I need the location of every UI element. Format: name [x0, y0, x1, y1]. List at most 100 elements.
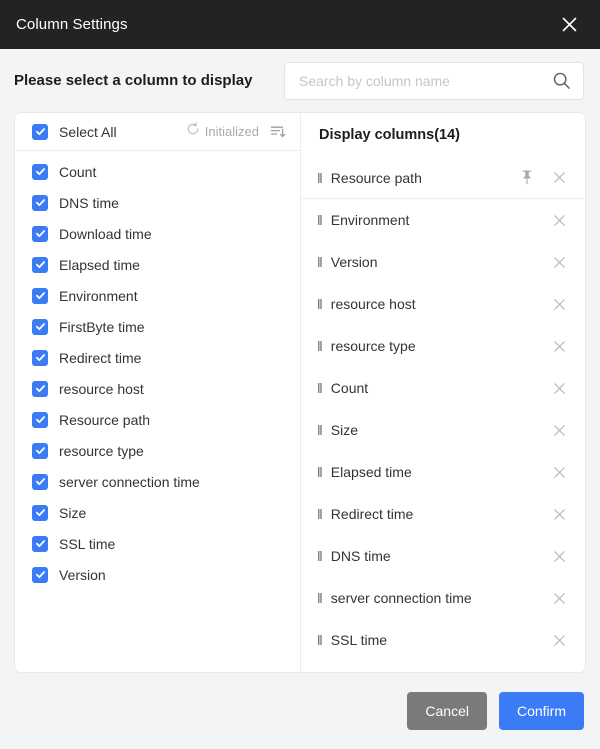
column-checkbox-row[interactable]: FirstByte time — [15, 311, 300, 342]
display-column-label: Environment — [330, 212, 410, 228]
drag-handle-icon[interactable]: ‖ — [317, 591, 323, 605]
display-column-label: SSL time — [330, 632, 388, 648]
search-box[interactable] — [284, 61, 584, 100]
select-all-checkbox[interactable] — [32, 123, 48, 140]
display-column-row[interactable]: ‖ server connection time — [301, 577, 585, 619]
column-checkbox[interactable] — [32, 194, 48, 211]
remove-column-icon[interactable] — [552, 381, 567, 396]
column-checkbox[interactable] — [32, 163, 48, 180]
column-checkbox-label: Elapsed time — [59, 256, 140, 273]
drag-handle-icon[interactable]: ‖ — [317, 507, 323, 521]
sort-descending-icon[interactable] — [268, 122, 288, 142]
display-column-row[interactable]: ‖ Resource path — [301, 157, 585, 199]
column-checkbox-label: Version — [59, 566, 106, 583]
display-columns-panel: Display columns(14) ‖ Resource path ‖ Envir… — [301, 113, 585, 672]
dialog-footer: Cancel Confirm — [0, 673, 600, 749]
display-column-actions — [520, 170, 567, 185]
column-checkbox-row[interactable]: Count — [15, 156, 300, 187]
display-column-row[interactable]: ‖ SSL time — [301, 619, 585, 661]
drag-handle-icon[interactable]: ‖ — [317, 633, 323, 647]
column-checkbox-row[interactable]: resource type — [15, 435, 300, 466]
display-column-row[interactable]: ‖ Size — [301, 409, 585, 451]
display-column-actions — [552, 633, 567, 648]
remove-column-icon[interactable] — [552, 297, 567, 312]
drag-handle-icon[interactable]: ‖ — [317, 465, 323, 479]
remove-column-icon[interactable] — [552, 591, 567, 606]
initialize-button[interactable]: Initialized — [186, 122, 259, 141]
close-icon[interactable] — [556, 12, 582, 38]
search-icon[interactable] — [552, 71, 571, 90]
drag-handle-icon[interactable]: ‖ — [317, 549, 323, 563]
column-checkbox[interactable] — [32, 535, 48, 552]
column-checkbox[interactable] — [32, 442, 48, 459]
column-checkbox-row[interactable]: Version — [15, 559, 300, 590]
display-column-row[interactable]: ‖ resource type — [301, 325, 585, 367]
select-all-row[interactable]: Select All Initialized — [15, 113, 300, 151]
remove-column-icon[interactable] — [552, 633, 567, 648]
remove-column-icon[interactable] — [552, 507, 567, 522]
column-checkbox[interactable] — [32, 411, 48, 428]
column-checkbox-row[interactable]: resource host — [15, 373, 300, 404]
column-checkbox-row[interactable]: Resource path — [15, 404, 300, 435]
column-checkbox-row[interactable]: Download time — [15, 218, 300, 249]
column-checkbox[interactable] — [32, 473, 48, 490]
display-column-label: DNS time — [330, 548, 391, 564]
column-checkbox-label: Count — [59, 163, 97, 180]
column-checkbox-label: resource host — [59, 380, 144, 397]
display-column-row[interactable]: ‖ Version — [301, 241, 585, 283]
column-checkbox[interactable] — [32, 256, 48, 273]
drag-handle-icon[interactable]: ‖ — [317, 255, 323, 269]
column-checkbox[interactable] — [32, 287, 48, 304]
display-column-label: Resource path — [330, 169, 422, 186]
column-checkbox-row[interactable]: DNS time — [15, 187, 300, 218]
cancel-button[interactable]: Cancel — [407, 692, 487, 730]
remove-column-icon[interactable] — [552, 255, 567, 270]
drag-handle-icon[interactable]: ‖ — [317, 381, 323, 395]
reset-circle-icon — [186, 122, 200, 141]
column-checkbox-row[interactable]: SSL time — [15, 528, 300, 559]
left-panel-actions: Initialized — [186, 122, 288, 142]
column-checkbox[interactable] — [32, 225, 48, 242]
remove-column-icon[interactable] — [552, 423, 567, 438]
drag-handle-icon[interactable]: ‖ — [317, 297, 323, 311]
display-column-actions — [552, 591, 567, 606]
column-checkbox[interactable] — [32, 349, 48, 366]
drag-handle-icon[interactable]: ‖ — [317, 171, 323, 185]
display-column-actions — [552, 213, 567, 228]
remove-column-icon[interactable] — [552, 549, 567, 564]
remove-column-icon[interactable] — [552, 339, 567, 354]
display-column-row[interactable]: ‖ resource host — [301, 283, 585, 325]
drag-handle-icon[interactable]: ‖ — [317, 213, 323, 227]
confirm-button[interactable]: Confirm — [498, 692, 584, 730]
column-checkbox-row[interactable]: Environment — [15, 280, 300, 311]
remove-column-icon[interactable] — [552, 465, 567, 480]
display-column-row[interactable]: ‖ Redirect time — [301, 493, 585, 535]
display-column-row[interactable]: ‖ DNS time — [301, 535, 585, 577]
column-checkbox-label: resource type — [59, 442, 144, 459]
display-column-row[interactable]: ‖ Elapsed time — [301, 451, 585, 493]
display-column-label: resource host — [330, 296, 416, 312]
column-checkbox-row[interactable]: Size — [15, 497, 300, 528]
display-column-actions — [552, 339, 567, 354]
drag-handle-icon[interactable]: ‖ — [317, 339, 323, 353]
remove-column-icon[interactable] — [552, 170, 567, 185]
remove-column-icon[interactable] — [552, 213, 567, 228]
pin-icon[interactable] — [520, 170, 534, 185]
column-checkbox[interactable] — [32, 318, 48, 335]
display-column-actions — [552, 507, 567, 522]
display-column-row[interactable]: ‖ Count — [301, 367, 585, 409]
display-column-label: server connection time — [330, 590, 472, 606]
column-checkbox[interactable] — [32, 380, 48, 397]
column-checkbox[interactable] — [32, 566, 48, 583]
search-input[interactable] — [299, 72, 552, 89]
column-checkbox-row[interactable]: server connection time — [15, 466, 300, 497]
column-checkbox-row[interactable]: Elapsed time — [15, 249, 300, 280]
column-checkbox-label: Download time — [59, 225, 152, 242]
available-columns-panel: Select All Initialized Count DNS time Do… — [15, 113, 301, 672]
display-column-actions — [552, 549, 567, 564]
page-title: Please select a column to display — [14, 72, 253, 89]
drag-handle-icon[interactable]: ‖ — [317, 423, 323, 437]
display-column-row[interactable]: ‖ Environment — [301, 199, 585, 241]
column-checkbox[interactable] — [32, 504, 48, 521]
column-checkbox-row[interactable]: Redirect time — [15, 342, 300, 373]
